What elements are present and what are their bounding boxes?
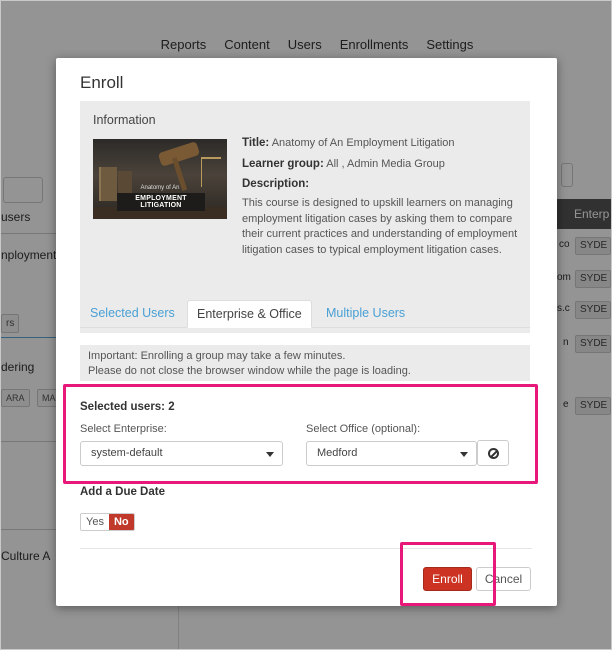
thumbnail-caption-small: Anatomy of An bbox=[140, 185, 180, 191]
gavel-graphic bbox=[157, 141, 201, 167]
due-date-yes[interactable]: Yes bbox=[81, 514, 109, 530]
enroll-tabs: Selected Users Enterprise & Office Multi… bbox=[80, 300, 530, 328]
description-label: Description: bbox=[242, 178, 310, 190]
scale-graphic bbox=[201, 157, 221, 187]
modal-title: Enroll bbox=[80, 73, 124, 92]
enroll-modal: Enroll Information Anatomy of An EMPLOYM… bbox=[56, 58, 557, 606]
course-thumbnail: Anatomy of An EMPLOYMENT LITIGATION bbox=[93, 139, 227, 219]
due-date-toggle: Yes No bbox=[80, 513, 135, 531]
book-graphic bbox=[99, 167, 117, 201]
tab-selected-users[interactable]: Selected Users bbox=[90, 300, 175, 328]
thumbnail-caption-large: EMPLOYMENT LITIGATION bbox=[117, 193, 205, 211]
information-heading: Information bbox=[93, 113, 156, 127]
enroll-notice: Important: Enrolling a group may take a … bbox=[80, 345, 530, 381]
notice-line-1: Important: Enrolling a group may take a … bbox=[88, 350, 346, 362]
description-text: This course is designed to upskill learn… bbox=[242, 197, 518, 256]
highlight-box-enroll bbox=[400, 542, 496, 606]
screenshot-frame: Reports Content Users Enrollments Settin… bbox=[0, 0, 612, 650]
learner-group-row: Learner group: All , Admin Media Group bbox=[242, 158, 445, 170]
course-title: Anatomy of An Employment Litigation bbox=[271, 137, 455, 149]
due-date-no[interactable]: No bbox=[108, 514, 134, 530]
title-label: Title: bbox=[242, 137, 270, 149]
tab-enterprise-office[interactable]: Enterprise & Office bbox=[187, 300, 312, 328]
notice-line-2: Please do not close the browser window w… bbox=[88, 365, 411, 377]
tab-multiple-users[interactable]: Multiple Users bbox=[326, 300, 405, 328]
due-date-label: Add a Due Date bbox=[80, 486, 165, 498]
course-title-row: Title: Anatomy of An Employment Litigati… bbox=[242, 137, 455, 149]
learner-group-value: All , Admin Media Group bbox=[326, 158, 445, 170]
information-panel: Information Anatomy of An EMPLOYMENT LIT… bbox=[80, 101, 530, 333]
highlight-box-selection bbox=[63, 384, 538, 484]
learner-group-label: Learner group: bbox=[242, 158, 324, 170]
